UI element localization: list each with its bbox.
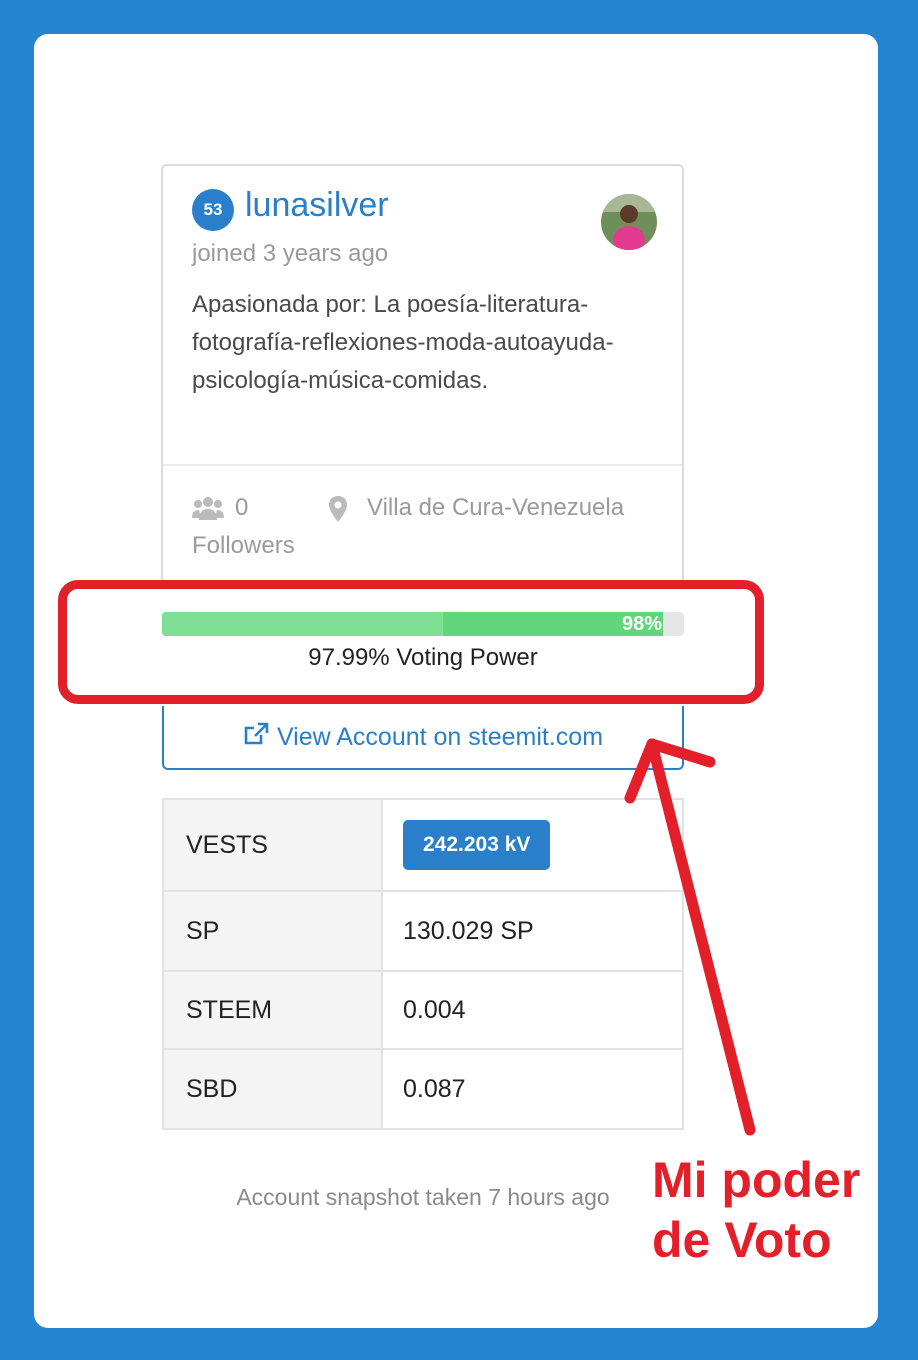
joined-date: joined 3 years ago: [192, 240, 389, 267]
annotation-text: Mi poder de Voto: [652, 1150, 892, 1270]
annotation-line-2: de Voto: [652, 1212, 832, 1268]
avatar[interactable]: [601, 194, 657, 250]
stat-key: STEEM: [162, 970, 383, 1050]
profile-bio: Apasionada por: La poesía-literatura-fot…: [192, 291, 614, 394]
stat-key: SBD: [162, 1048, 383, 1130]
view-account-label: View Account on steemit.com: [276, 722, 604, 751]
annotation-arrow: [624, 738, 756, 1136]
annotation-line-1: Mi poder: [652, 1152, 861, 1208]
users-icon: [192, 496, 224, 525]
followers-count: 0: [235, 494, 249, 521]
stat-key: VESTS: [162, 798, 383, 892]
snapshot-note: Account snapshot taken 7 hours ago: [236, 1184, 610, 1210]
stat-key: SP: [162, 890, 383, 972]
followers-label: Followers: [192, 532, 295, 559]
highlight-box: [58, 580, 764, 704]
external-link-icon: [243, 722, 269, 753]
vests-badge[interactable]: 242.203 kV: [403, 820, 551, 870]
divider: [163, 464, 682, 466]
location-text: Villa de Cura-Venezuela: [367, 494, 625, 521]
profile-card: 53 lunasilver joined 3 years ago Apasion…: [161, 164, 684, 584]
reputation-badge: 53: [192, 189, 234, 231]
map-pin-icon: [329, 496, 347, 527]
username-link[interactable]: lunasilver: [245, 186, 389, 225]
